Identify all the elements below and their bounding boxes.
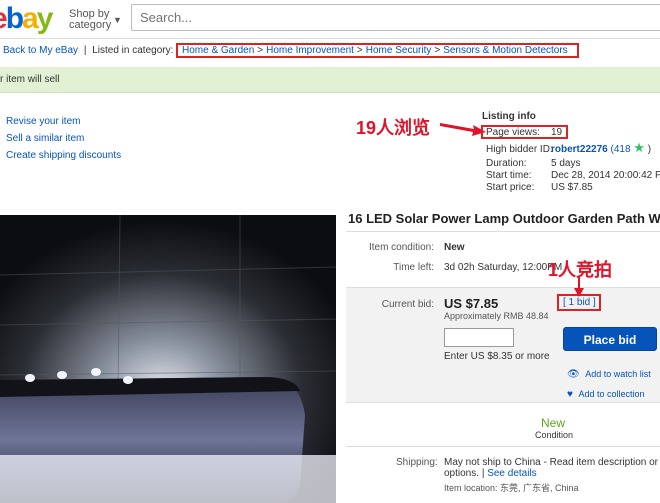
bid-amount-input[interactable] <box>444 328 514 347</box>
shipping-label: Shipping: <box>396 457 438 468</box>
shop-by-line2: category <box>69 19 112 31</box>
start-price-value: US $7.85 <box>551 182 593 193</box>
collection-label: Add to collection <box>578 389 645 399</box>
condition-caption: Condition <box>535 430 574 440</box>
revise-item-link[interactable]: Revise your item <box>6 113 121 130</box>
product-image[interactable] <box>0 215 336 503</box>
add-to-watch-list[interactable]: 👁 Add to watch list <box>567 369 651 380</box>
high-bidder-row: High bidder ID:robert22276 (418 ★ ) <box>486 141 651 156</box>
place-bid-button[interactable]: Place bid <box>563 327 657 351</box>
page-views-label: Page views: <box>486 127 540 138</box>
chevron-down-icon: ▼ <box>113 15 122 25</box>
condition-badge: New <box>541 416 566 430</box>
listed-in-label: Listed in category: <box>92 45 174 56</box>
feedback-close-paren: ) <box>647 144 652 155</box>
logo-letter-a: a <box>22 2 39 35</box>
high-bidder-label: High bidder ID: <box>486 144 553 155</box>
feedback-star-icon: ★ <box>633 140 645 155</box>
condition-value: New <box>444 242 465 253</box>
breadcrumb-separator: > <box>356 45 363 56</box>
high-bidder-link[interactable]: robert22276 <box>551 144 608 155</box>
start-price-row: Start price: US $7.85 <box>486 181 593 194</box>
approx-rmb: Approximately RMB 48.84 <box>444 311 549 321</box>
eye-icon: 👁 <box>567 369 580 380</box>
item-location: Item location: 东莞, 广东省, China <box>444 483 579 493</box>
add-to-collection[interactable]: ♥ Add to collection <box>567 389 645 400</box>
seller-actions: Revise your item Sell a similar item Cre… <box>6 113 121 164</box>
start-price-label: Start price: <box>486 182 535 193</box>
logo-letter-b: b <box>5 2 24 35</box>
listing-info-title: Listing info <box>482 111 536 122</box>
duration-value: 5 days <box>551 158 581 169</box>
page-views-row: Page views: 19 <box>486 126 562 139</box>
time-left-value: 3d 02h Saturday, 12:00PM <box>444 262 563 273</box>
shipping-options-sep: | <box>481 468 485 479</box>
title-divider <box>346 231 660 232</box>
bid-hint: Enter US $8.35 or more <box>444 351 550 362</box>
see-details-link[interactable]: See details <box>487 468 536 479</box>
sell-similar-link[interactable]: Sell a similar item <box>6 130 121 147</box>
breadcrumb: Home & Garden > Home Improvement > Home Secu… <box>182 42 568 60</box>
breadcrumb-item-sensors[interactable]: Sensors & Motion Detectors <box>443 45 568 56</box>
bids-arrow <box>574 276 584 297</box>
heart-icon: ♥ <box>567 389 573 400</box>
condition-label: Item condition: <box>368 242 434 253</box>
feedback-score[interactable]: (418 <box>610 144 630 155</box>
views-annotation: 19人浏览 <box>356 118 431 138</box>
start-time-value: Dec 28, 2014 20:00:42 PS <box>551 170 660 181</box>
breadcrumb-item-home-improvement[interactable]: Home Improvement <box>266 45 354 56</box>
breadcrumb-divider: | <box>83 45 87 56</box>
ebay-logo[interactable]: ebay <box>0 0 54 38</box>
shipping-options-text: options. <box>444 468 480 479</box>
bid-count-link[interactable]: [ 1 bid ] <box>563 297 596 308</box>
current-bid-label: Current bid: <box>381 299 434 310</box>
status-banner-text: r item will sell <box>0 74 60 85</box>
shop-by-category-button[interactable]: Shop by category ▼ <box>69 9 122 31</box>
search-box <box>131 4 660 31</box>
search-input[interactable] <box>132 5 660 30</box>
time-left-label: Time left: <box>393 262 434 273</box>
watch-list-label: Add to watch list <box>585 369 651 379</box>
current-bid-value: US $7.85 <box>444 296 499 311</box>
header-bar: ebay Shop by category ▼ <box>0 0 660 39</box>
back-to-my-ebay-link[interactable]: Back to My eBay <box>3 45 78 56</box>
shipping-discounts-link[interactable]: Create shipping discounts <box>6 147 121 164</box>
breadcrumb-separator: > <box>434 45 441 56</box>
breadcrumb-item-home-security[interactable]: Home Security <box>366 45 432 56</box>
shipping-value: May not ship to China - Read item descri… <box>444 457 660 468</box>
status-banner: r item will sell <box>0 67 660 93</box>
page-views-value: 19 <box>551 127 563 138</box>
breadcrumb-row: Back to My eBay | Listed in category: <box>0 42 173 60</box>
shipping-options: options. | See details <box>444 468 537 479</box>
logo-letter-y: y <box>36 2 54 35</box>
product-photo-graphic <box>0 215 336 503</box>
breadcrumb-separator: > <box>257 45 264 56</box>
breadcrumb-item-home-garden[interactable]: Home & Garden <box>182 45 254 56</box>
shipping-divider <box>346 446 660 447</box>
item-title: 16 LED Solar Power Lamp Outdoor Garden P… <box>348 211 660 226</box>
